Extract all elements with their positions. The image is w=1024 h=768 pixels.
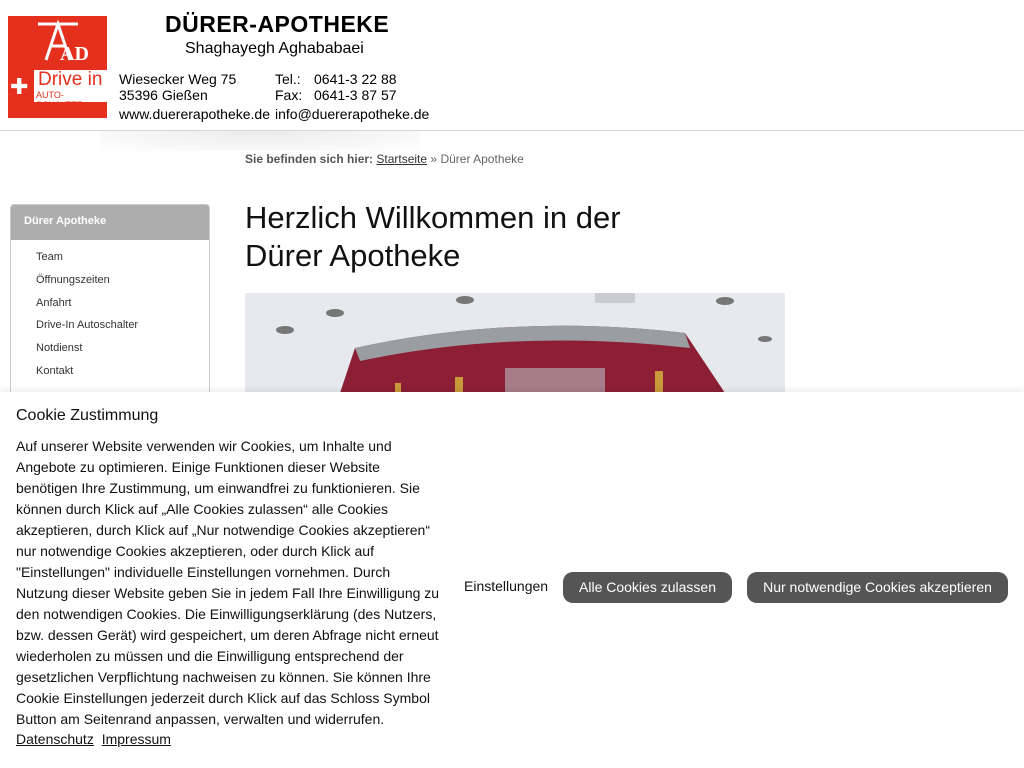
privacy-link[interactable]: Datenschutz <box>16 731 94 747</box>
website-link[interactable]: www.duererapotheke.de <box>119 106 270 122</box>
breadcrumb-separator: » <box>430 152 438 166</box>
drive-in-label: Drive in <box>38 69 103 90</box>
sidebar-nav: Dürer Apotheke Team Öffnungszeiten Anfah… <box>10 204 210 406</box>
ad-monogram-icon: AD <box>38 19 89 65</box>
header-shadow <box>100 131 420 151</box>
fax-number: 0641-3 87 57 <box>314 87 397 103</box>
address-city: 35396 Gießen <box>119 87 208 103</box>
tel-number[interactable]: 0641-3 22 88 <box>314 71 397 87</box>
sidebar-item-team[interactable]: Team <box>36 246 209 269</box>
fax-label: Fax: <box>275 87 303 103</box>
cookie-links: Datenschutz Impressum <box>16 731 175 747</box>
pharmacy-logo[interactable]: AD <box>8 16 107 66</box>
page-title-line1: Herzlich Willkommen in der <box>245 200 621 235</box>
drive-in-sub: AUTO-SCHALTER <box>36 90 84 110</box>
site-header: AD ✚ Drive in AUTO-SCHALTER DÜRER-APOTHE… <box>0 0 1024 131</box>
pharmacy-cross-icon: ✚ <box>10 74 29 99</box>
interior-illustration <box>245 293 785 393</box>
sidebar-item-anfahrt[interactable]: Anfahrt <box>36 292 209 315</box>
sidebar-title[interactable]: Dürer Apotheke <box>11 205 209 240</box>
owner-name: Shaghayegh Aghababaei <box>185 40 364 57</box>
sidebar-item-drive-in[interactable]: Drive-In Autoschalter <box>36 314 209 337</box>
accept-all-cookies-button[interactable]: Alle Cookies zulassen <box>563 572 732 603</box>
address-street: Wiesecker Weg 75 <box>119 71 237 87</box>
page-title-line2: Dürer Apotheke <box>245 238 461 273</box>
accept-necessary-cookies-button[interactable]: Nur notwendige Cookies akzeptieren <box>747 572 1008 603</box>
cookie-consent-banner: Cookie Zustimmung Auf unserer Website ve… <box>0 392 1024 768</box>
breadcrumb-prefix: Sie befinden sich hier: <box>245 152 374 166</box>
pharmacy-interior-photo <box>245 293 785 393</box>
sidebar-item-notdienst[interactable]: Notdienst <box>36 337 209 360</box>
brand-name: DÜRER-APOTHEKE <box>165 11 390 37</box>
sidebar-item-oeffnungszeiten[interactable]: Öffnungszeiten <box>36 269 209 292</box>
tel-label: Tel.: <box>275 71 301 87</box>
drive-in-logo[interactable]: ✚ Drive in AUTO-SCHALTER <box>8 66 107 118</box>
cookie-settings-button[interactable]: Einstellungen <box>464 578 548 594</box>
breadcrumb: Sie befinden sich hier: Startseite » Dür… <box>245 152 524 166</box>
cookie-title: Cookie Zustimmung <box>16 407 159 424</box>
imprint-link[interactable]: Impressum <box>102 731 171 747</box>
breadcrumb-home-link[interactable]: Startseite <box>376 152 427 166</box>
page-title: Herzlich Willkommen in der Dürer Apothek… <box>245 199 665 275</box>
logo-letters: AD <box>60 43 89 65</box>
cookie-text: Auf unserer Website verwenden wir Cookie… <box>16 438 440 727</box>
sidebar-item-kontakt[interactable]: Kontakt <box>36 360 209 383</box>
breadcrumb-current: Dürer Apotheke <box>440 152 524 166</box>
email-link[interactable]: info@duererapotheke.de <box>275 106 429 122</box>
